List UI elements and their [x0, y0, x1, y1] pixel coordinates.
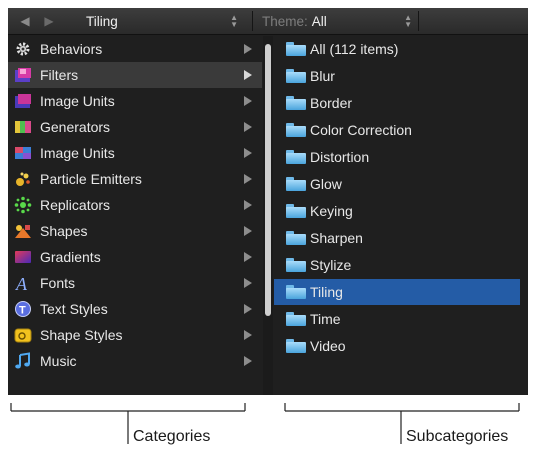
callout-brackets — [10, 403, 520, 444]
subcategories-caption: Subcategories — [406, 428, 509, 445]
categories-caption: Categories — [133, 428, 211, 445]
